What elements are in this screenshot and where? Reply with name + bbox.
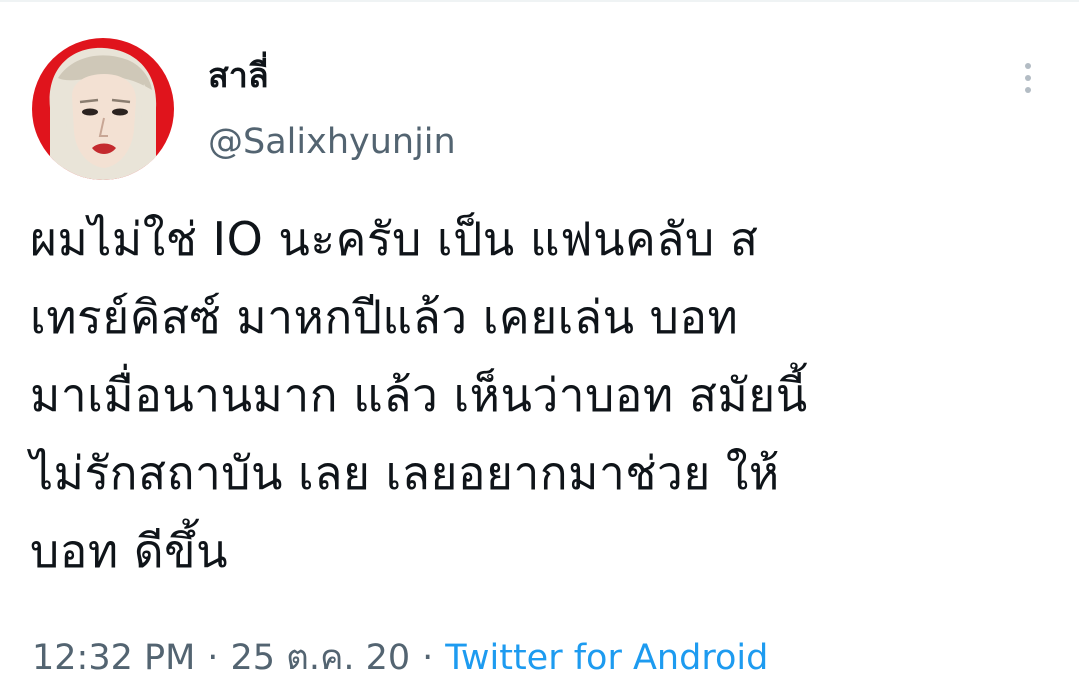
tweet-text: ผมไม่ใช่ IO นะครับ เป็น แฟนคลับ ส เทรย์ค…: [30, 200, 1060, 590]
more-vertical-icon-dot: [1025, 87, 1031, 93]
tweet-text-line: มาเมื่อนานมาก แล้ว เห็นว่าบอท สมัยนี้: [30, 368, 808, 422]
tweet-text-line: ไม่รักสถาบัน เลย เลยอยากมาช่วย ให้: [30, 446, 780, 500]
more-options-button[interactable]: [1008, 56, 1048, 100]
meta-separator: ·: [207, 638, 219, 678]
tweet-text-line: ผมไม่ใช่ IO นะครับ เป็น แฟนคลับ ส: [30, 212, 759, 266]
avatar[interactable]: [32, 38, 174, 180]
tweet-meta: 12:32 PM · 25 ต.ค. 20 · Twitter for Android: [32, 632, 768, 684]
tweet-source-link[interactable]: Twitter for Android: [445, 638, 768, 678]
more-vertical-icon: [1025, 63, 1031, 69]
user-handle[interactable]: @Salixhyunjin: [208, 118, 456, 166]
tweet-text-line: บอท ดีขึ้น: [30, 524, 229, 578]
display-name[interactable]: สาลี่: [208, 52, 269, 100]
tweet-time[interactable]: 12:32 PM: [32, 638, 195, 678]
meta-separator: ·: [422, 638, 434, 678]
tweet-text-line: เทรย์คิสซ์ มาหกปีแล้ว เคยเล่น บอท: [30, 290, 739, 344]
more-vertical-icon-dot: [1025, 75, 1031, 81]
profile-avatar-icon: [32, 38, 174, 180]
top-divider: [0, 0, 1079, 2]
tweet-date[interactable]: 25 ต.ค. 20: [230, 638, 410, 678]
